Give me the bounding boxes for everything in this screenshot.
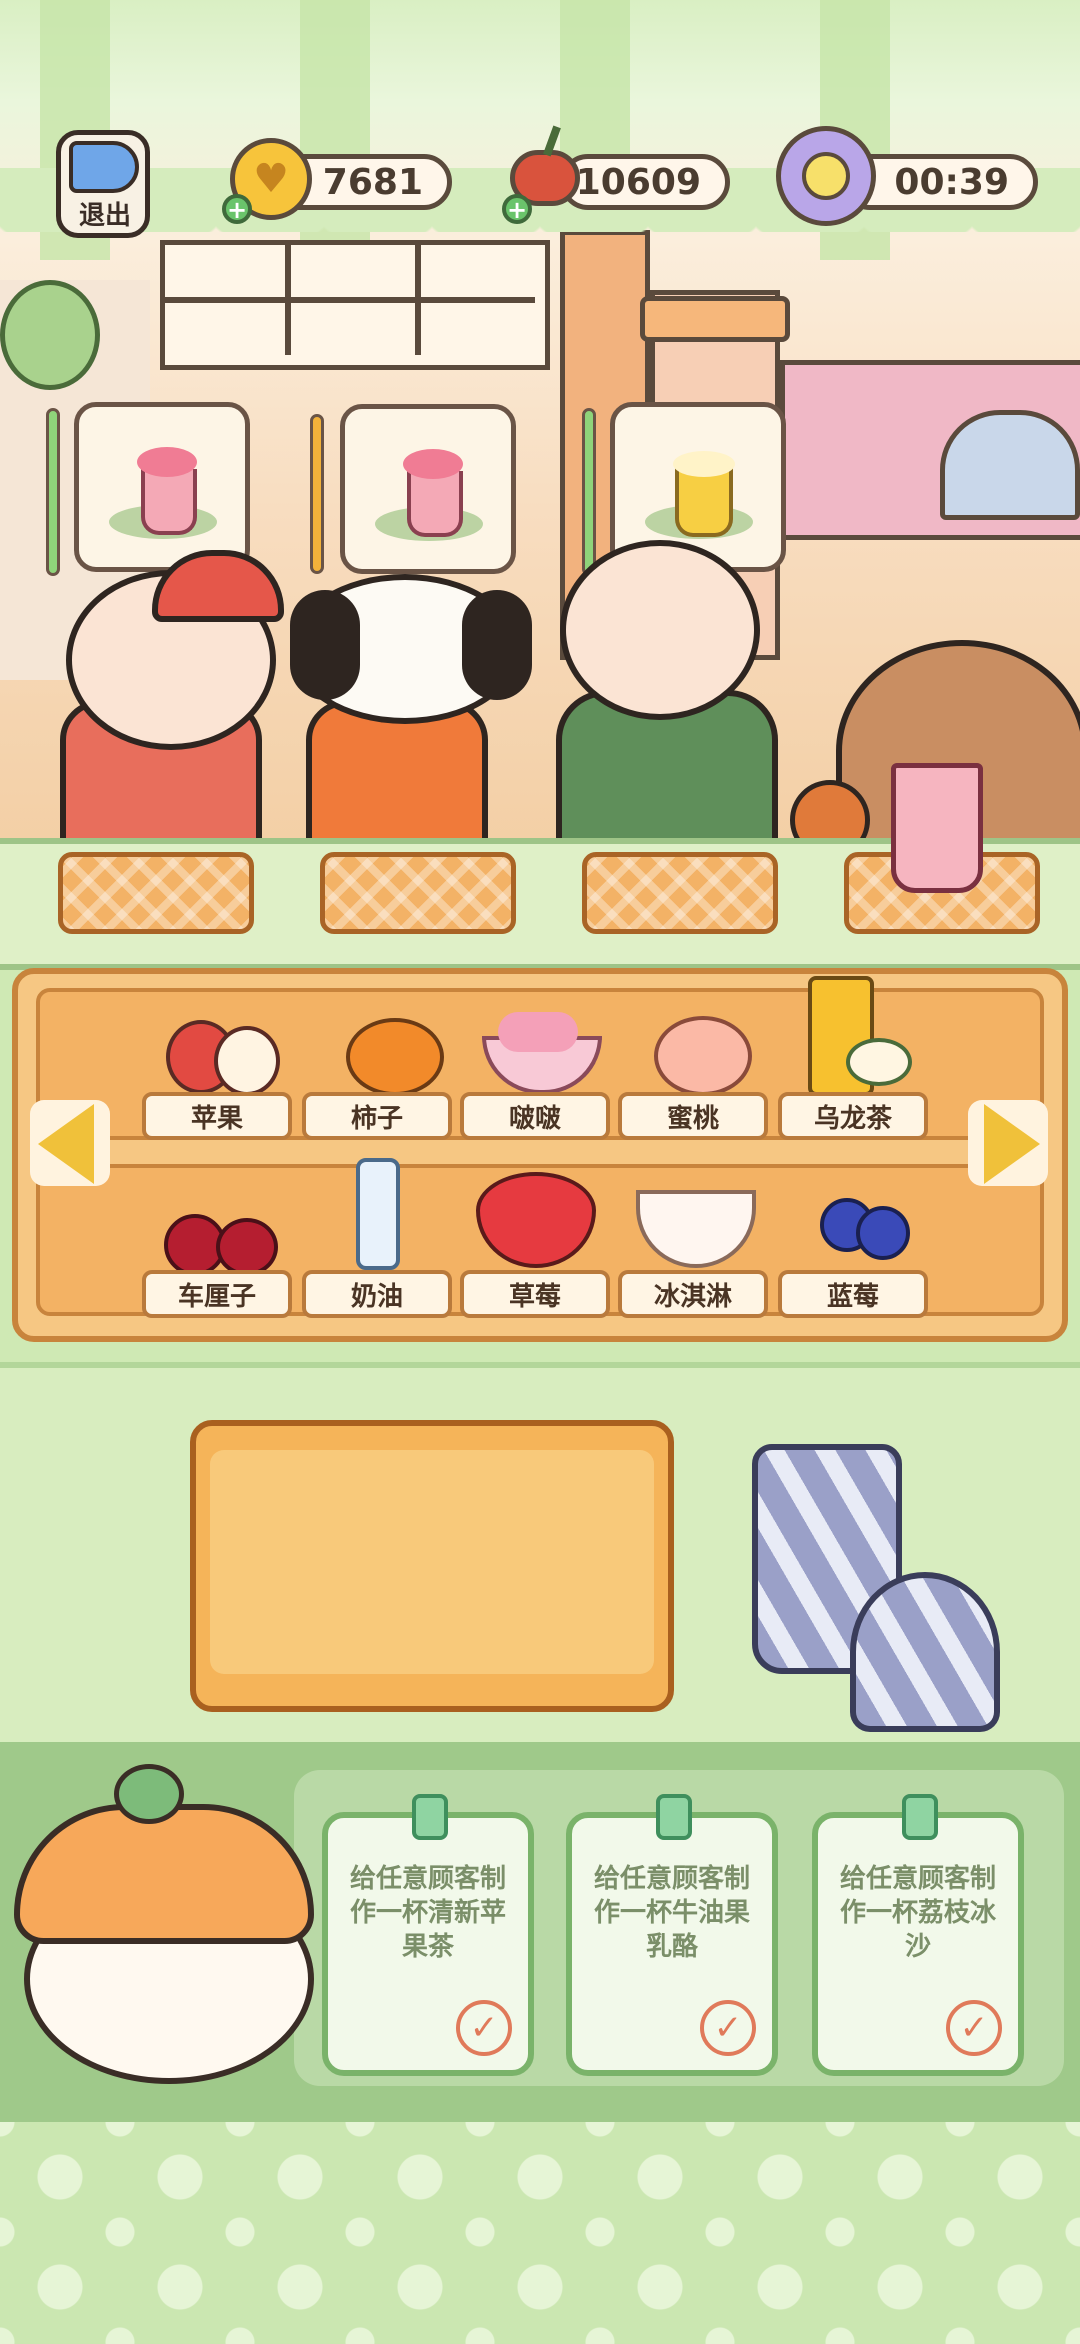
apple-tea-drink-icon[interactable]: [891, 763, 983, 893]
mascot-chick: [4, 1764, 334, 2094]
plant-decor: [0, 280, 100, 390]
order-bubble[interactable]: [74, 402, 250, 572]
drink-foam: [673, 451, 735, 477]
serving-tray[interactable]: [58, 852, 254, 934]
apple-ingredient[interactable]: [166, 1016, 280, 1096]
persimmon-icon: [346, 1018, 444, 1096]
shop-window: [160, 240, 550, 370]
arched-window: [940, 410, 1080, 520]
smoothie-topping: [403, 449, 463, 479]
next-page-button[interactable]: [968, 1100, 1048, 1186]
smoothie-topping: [137, 447, 197, 477]
cherry-ingredient[interactable]: [160, 1166, 280, 1276]
order-bubble[interactable]: [340, 404, 516, 574]
customer-dog-head[interactable]: [290, 574, 532, 724]
order-timer-bar: [582, 408, 596, 576]
peach-icon: [654, 1016, 752, 1096]
task-text: 给任意顾客制作一杯荔枝冰沙: [839, 1864, 996, 1962]
oolong-tea-ingredient[interactable]: [802, 976, 912, 1096]
ingredient-label[interactable]: 蓝莓: [778, 1270, 928, 1318]
ingredient-label[interactable]: 柿子: [302, 1092, 452, 1140]
clip-icon: [902, 1794, 938, 1840]
exit-button[interactable]: 退出: [56, 130, 150, 238]
task-card[interactable]: 给任意顾客制作一杯荔枝冰沙 ✓: [812, 1794, 1024, 2076]
task-card[interactable]: 给任意顾客制作一杯清新苹果茶 ✓: [322, 1794, 534, 2076]
ingredient-label[interactable]: 车厘子: [142, 1270, 292, 1318]
ingredient-label[interactable]: 乌龙茶: [778, 1092, 928, 1140]
berry-counter: 10609: [560, 154, 730, 210]
ingredient-label[interactable]: 草莓: [460, 1270, 610, 1318]
ingredient-label[interactable]: 蜜桃: [618, 1092, 768, 1140]
task-card[interactable]: 给任意顾客制作一杯牛油果乳酪 ✓: [566, 1794, 778, 2076]
ingredient-label[interactable]: 冰淇淋: [618, 1270, 768, 1318]
pink-smoothie-icon: [141, 469, 197, 535]
clip-icon: [656, 1794, 692, 1840]
task-text: 给任意顾客制作一杯清新苹果茶: [349, 1864, 506, 1962]
persimmon-ingredient[interactable]: [322, 1012, 444, 1096]
task-text: 给任意顾客制作一杯牛油果乳酪: [593, 1864, 750, 1962]
shaker-lid-icon[interactable]: [850, 1572, 1000, 1732]
ingredient-label[interactable]: 啵啵: [460, 1092, 610, 1140]
pumpkin-hat-icon: [14, 1804, 314, 1944]
customer-boy-head[interactable]: [66, 550, 284, 750]
add-coins-button[interactable]: +: [222, 194, 252, 224]
apple-icon: [214, 1026, 280, 1096]
serving-tray[interactable]: [320, 852, 516, 934]
prev-page-button[interactable]: [30, 1100, 110, 1186]
back-arrow-icon: [69, 141, 139, 193]
check-icon: ✓: [946, 2000, 1002, 2056]
cream-can-icon[interactable]: [356, 1158, 400, 1270]
customer-granny-head[interactable]: [560, 540, 760, 720]
boba-ingredient[interactable]: [478, 1012, 602, 1094]
blueberry-ingredient[interactable]: [800, 1184, 910, 1270]
shop-scene: 退出 7681 ♥ + 10609 + 00:39: [0, 0, 1080, 850]
ingredient-label[interactable]: 苹果: [142, 1092, 292, 1140]
serving-tray[interactable]: [582, 852, 778, 934]
clip-icon: [412, 1794, 448, 1840]
serving-tray[interactable]: [844, 763, 1040, 934]
add-berries-button[interactable]: +: [502, 194, 532, 224]
check-icon: ✓: [456, 2000, 512, 2056]
check-icon: ✓: [700, 2000, 756, 2056]
cutting-board[interactable]: [190, 1420, 674, 1712]
peach-ingredient[interactable]: [636, 1012, 756, 1096]
exit-label: 退出: [78, 201, 131, 231]
order-timer-bar: [310, 414, 324, 574]
ingredient-label[interactable]: 奶油: [302, 1270, 452, 1318]
building-roof: [640, 296, 790, 342]
floor-pattern: [0, 2122, 1080, 2344]
order-timer-bar: [46, 408, 60, 576]
timer-icon: [776, 126, 876, 226]
left-arrow-icon: [38, 1104, 94, 1184]
right-arrow-icon: [984, 1104, 1040, 1184]
pink-smoothie-icon: [407, 471, 463, 537]
